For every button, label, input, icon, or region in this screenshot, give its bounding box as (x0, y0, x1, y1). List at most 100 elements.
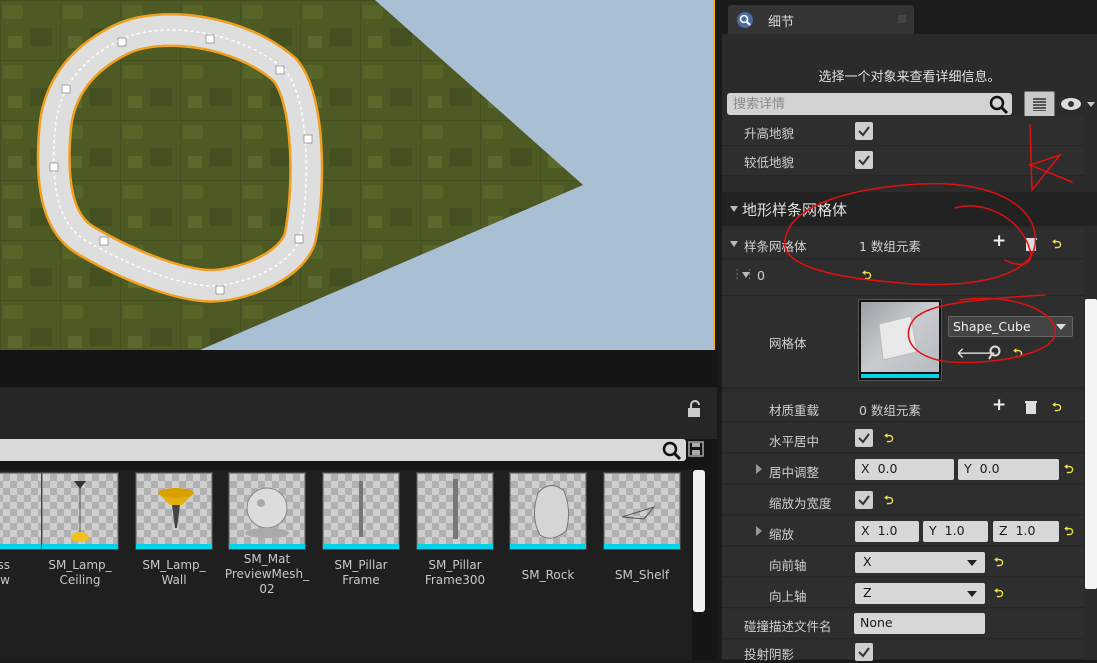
content-browser-toolbar (0, 387, 717, 439)
asset-tile[interactable] (228, 472, 306, 550)
up-axis-label: 向上轴 (769, 589, 807, 604)
search-icon[interactable] (988, 94, 1010, 116)
expand-arrow-icon[interactable] (742, 272, 750, 278)
asset-tile[interactable] (416, 472, 494, 550)
grid-icon (1033, 98, 1046, 111)
mesh-asset-value: Shape_Cube (953, 319, 1031, 334)
reset-icon[interactable]: ⮌ (1052, 398, 1062, 419)
material-overrides-count: 0 数组元素 (859, 403, 921, 418)
collision-profile-field[interactable]: None (854, 613, 985, 634)
reset-icon[interactable]: ⮌ (1013, 344, 1023, 365)
asset-label: SM_Shelf (614, 568, 670, 582)
reset-icon[interactable]: ⮌ (1052, 235, 1062, 256)
forward-axis-label: 向前轴 (769, 558, 807, 573)
expand-arrow-icon[interactable] (756, 464, 762, 474)
reset-icon[interactable]: ⮌ (1064, 460, 1074, 481)
scale-to-width-checkbox[interactable] (855, 491, 873, 509)
row-spline-meshes: 样条网格体 1 数组元素 + ⮌ (722, 229, 1084, 259)
trash-icon[interactable] (1025, 400, 1037, 414)
asset-label: SM_Pillar Frame (334, 558, 388, 587)
viewport-selection-border (713, 0, 715, 350)
add-element-icon[interactable]: + (992, 395, 1006, 415)
expand-arrow-icon[interactable] (756, 526, 762, 536)
cast-shadow-label: 投射阴影 (744, 647, 795, 662)
asset-label: ss w (0, 558, 10, 587)
center-adjust-x-field[interactable]: X 0.0 (855, 459, 954, 480)
center-adjust-y-field[interactable]: Y 0.0 (958, 459, 1059, 480)
viewport-scene[interactable] (0, 0, 713, 350)
lower-terrain-label: 较低地貌 (744, 155, 795, 170)
details-panel: 细节 选择一个对象来查看详细信息。 升高地貌 较低地貌 地形样条网格体 样条网格… (722, 0, 1097, 662)
scale-z-field[interactable]: Z 1.0 (993, 521, 1059, 542)
asset-grid-scrollbar[interactable] (693, 470, 705, 612)
collapse-arrow-icon[interactable] (730, 206, 738, 212)
lock-icon[interactable] (686, 400, 706, 418)
row-raise-terrain: 升高地貌 (722, 116, 1084, 146)
spline-meshes-label: 样条网格体 (744, 239, 807, 254)
reset-icon[interactable]: ⮌ (884, 491, 894, 512)
tab-details[interactable]: 细节 (728, 5, 914, 34)
mesh-asset-dropdown[interactable]: Shape_Cube (948, 316, 1073, 337)
asset-label: SM_Lamp_ Ceiling (48, 558, 112, 587)
center-h-label: 水平居中 (769, 434, 820, 449)
row-collision-profile: 碰撞描述文件名 None (722, 609, 1084, 639)
up-axis-dropdown[interactable]: Z (855, 583, 985, 604)
raise-terrain-label: 升高地貌 (744, 126, 795, 141)
scale-label: 缩放 (769, 527, 795, 542)
center-h-checkbox[interactable] (855, 429, 873, 447)
element-index-label: 0 (757, 268, 765, 283)
asset-tile[interactable] (41, 472, 119, 550)
asset-label: SM_Mat PreviewMesh_ 02 (224, 552, 310, 596)
details-search[interactable] (727, 93, 1012, 115)
asset-label: SM_Rock (521, 568, 575, 582)
scale-y-field[interactable]: Y 1.0 (923, 521, 988, 542)
reset-icon[interactable]: ⮌ (994, 553, 1004, 574)
content-browser: ss w SM_Lamp_ Ceiling SM_Lamp_ Wall SM_M… (0, 350, 717, 660)
property-matrix-button[interactable] (1024, 91, 1055, 118)
row-center-adjust: 居中调整 X 0.0 Y 0.0 ⮌ (722, 454, 1084, 484)
reset-icon[interactable]: ⮌ (994, 584, 1004, 605)
asset-search-input[interactable] (0, 439, 686, 461)
forward-axis-dropdown[interactable]: X (855, 552, 985, 573)
row-element-0: ⋮⋮ 0 ⮌ (722, 260, 1084, 296)
row-center-h: 水平居中 ⮌ (722, 423, 1084, 453)
search-icon[interactable] (661, 440, 683, 462)
reset-icon[interactable]: ⮌ (884, 429, 894, 450)
asset-tile[interactable] (322, 472, 400, 550)
expand-arrow-icon[interactable] (730, 241, 738, 247)
add-element-icon[interactable]: + (992, 231, 1006, 251)
row-lower-terrain: 较低地貌 (722, 146, 1084, 176)
section-title: 地形样条网格体 (742, 201, 848, 219)
mesh-thumbnail[interactable] (858, 299, 942, 381)
asset-tile[interactable] (135, 472, 213, 550)
raise-terrain-checkbox[interactable] (855, 122, 873, 140)
scale-to-width-label: 缩放为宽度 (769, 496, 832, 511)
level-viewport[interactable] (0, 0, 713, 350)
lower-terrain-checkbox[interactable] (855, 151, 873, 169)
details-tab-bar: 细节 (722, 0, 1097, 34)
browse-search-icon[interactable] (987, 345, 1003, 361)
close-icon[interactable] (898, 15, 906, 23)
save-search-icon[interactable] (688, 441, 704, 457)
details-search-input[interactable] (733, 95, 983, 113)
row-material-overrides: 材质重载 0 数组元素 + ⮌ (722, 392, 1084, 422)
cast-shadow-checkbox[interactable] (855, 643, 873, 661)
visibility-eye-icon[interactable] (1060, 96, 1096, 114)
mesh-label: 网格体 (769, 336, 807, 351)
row-scale: 缩放 X 1.0 Y 1.0 Z 1.0 ⮌ (722, 516, 1084, 546)
row-up-axis: 向上轴 Z ⮌ (722, 578, 1084, 608)
details-search-icon (737, 12, 753, 28)
no-selection-message: 选择一个对象来查看详细信息。 (818, 70, 1001, 85)
asset-tile[interactable] (603, 472, 681, 550)
center-adjust-label: 居中调整 (769, 465, 820, 480)
row-cast-shadow: 投射阴影 (722, 640, 1084, 662)
asset-tile[interactable] (509, 472, 587, 550)
scale-x-field[interactable]: X 1.0 (855, 521, 919, 542)
row-scale-to-width: 缩放为宽度 ⮌ (722, 485, 1084, 515)
trash-icon[interactable] (1025, 237, 1037, 251)
reset-icon[interactable]: ⮌ (862, 266, 872, 287)
details-scrollbar[interactable] (1085, 299, 1097, 589)
section-landscape-spline-meshes[interactable]: 地形样条网格体 (722, 192, 1097, 226)
spline-meshes-count: 1 数组元素 (859, 239, 921, 254)
reset-icon[interactable]: ⮌ (1064, 522, 1074, 543)
